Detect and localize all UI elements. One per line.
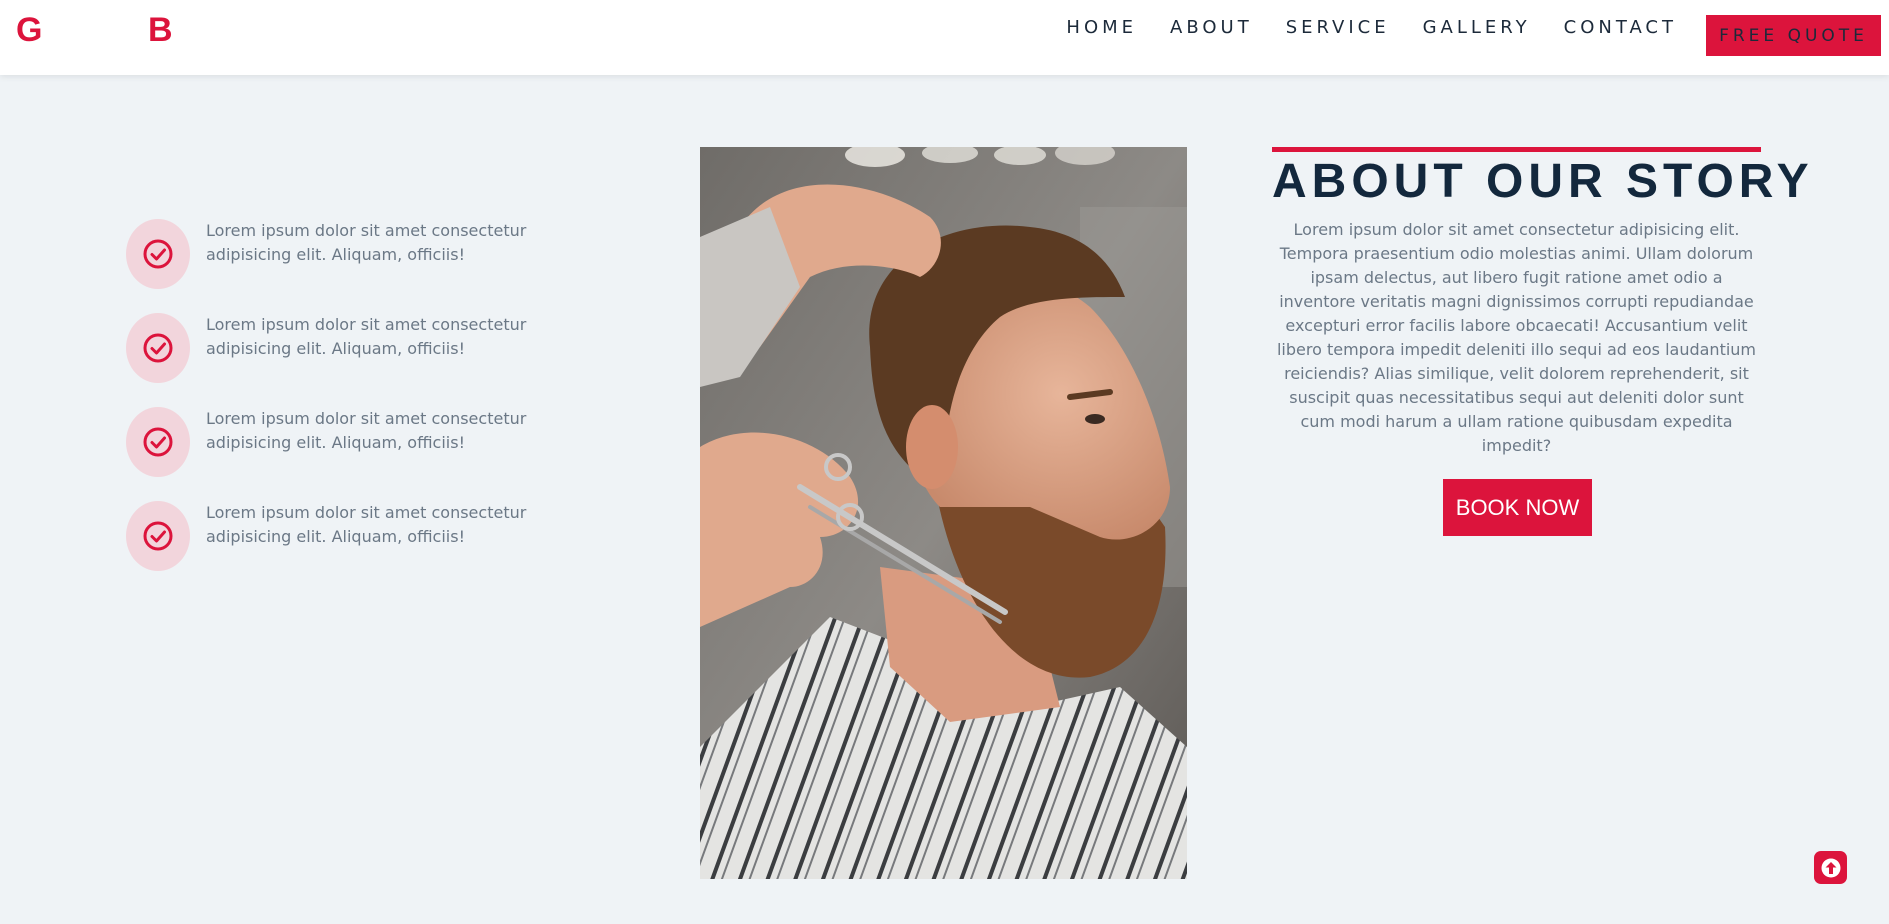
- feature-text: Lorem ipsum dolor sit amet consectetur a…: [206, 503, 527, 546]
- check-circle-icon: [126, 219, 190, 289]
- check-circle-icon: [126, 407, 190, 477]
- navbar: G B HOME ABOUT SERVICE GALLERY CONTACT F…: [0, 0, 1889, 75]
- logo-letter-g[interactable]: G: [16, 10, 42, 50]
- arrow-up-icon: [1821, 858, 1840, 877]
- check-circle-icon: [126, 501, 190, 571]
- barber-photo-illustration: [700, 147, 1187, 879]
- about-section: ABOUT OUR STORY Lorem ipsum dolor sit am…: [1272, 147, 1814, 474]
- feature-item: Lorem ipsum dolor sit amet consectetur a…: [126, 219, 606, 313]
- about-title: ABOUT OUR STORY: [1272, 155, 1814, 208]
- feature-item: Lorem ipsum dolor sit amet consectetur a…: [126, 501, 606, 595]
- nav-home-link[interactable]: HOME: [1066, 14, 1137, 42]
- book-now-button[interactable]: BOOK NOW: [1443, 479, 1592, 536]
- feature-text: Lorem ipsum dolor sit amet consectetur a…: [206, 409, 527, 452]
- nav-gallery-link[interactable]: GALLERY: [1423, 14, 1531, 42]
- title-accent-bar: [1272, 147, 1761, 152]
- nav-contact-link[interactable]: CONTACT: [1564, 14, 1677, 42]
- logo-letter-b[interactable]: B: [148, 10, 173, 50]
- free-quote-button[interactable]: FREE QUOTE: [1706, 15, 1881, 56]
- feature-text: Lorem ipsum dolor sit amet consectetur a…: [206, 315, 527, 358]
- feature-item: Lorem ipsum dolor sit amet consectetur a…: [126, 407, 606, 501]
- nav-service-link[interactable]: SERVICE: [1286, 14, 1390, 42]
- barber-photo: [700, 147, 1187, 879]
- about-body-text: Lorem ipsum dolor sit amet consectetur a…: [1276, 220, 1757, 455]
- nav-about-link[interactable]: ABOUT: [1170, 14, 1253, 42]
- feature-text: Lorem ipsum dolor sit amet consectetur a…: [206, 221, 527, 264]
- scroll-top-button[interactable]: [1814, 851, 1847, 884]
- main-nav: HOME ABOUT SERVICE GALLERY CONTACT: [1066, 14, 1677, 42]
- feature-list: Lorem ipsum dolor sit amet consectetur a…: [126, 219, 606, 595]
- check-circle-icon: [126, 313, 190, 383]
- feature-item: Lorem ipsum dolor sit amet consectetur a…: [126, 313, 606, 407]
